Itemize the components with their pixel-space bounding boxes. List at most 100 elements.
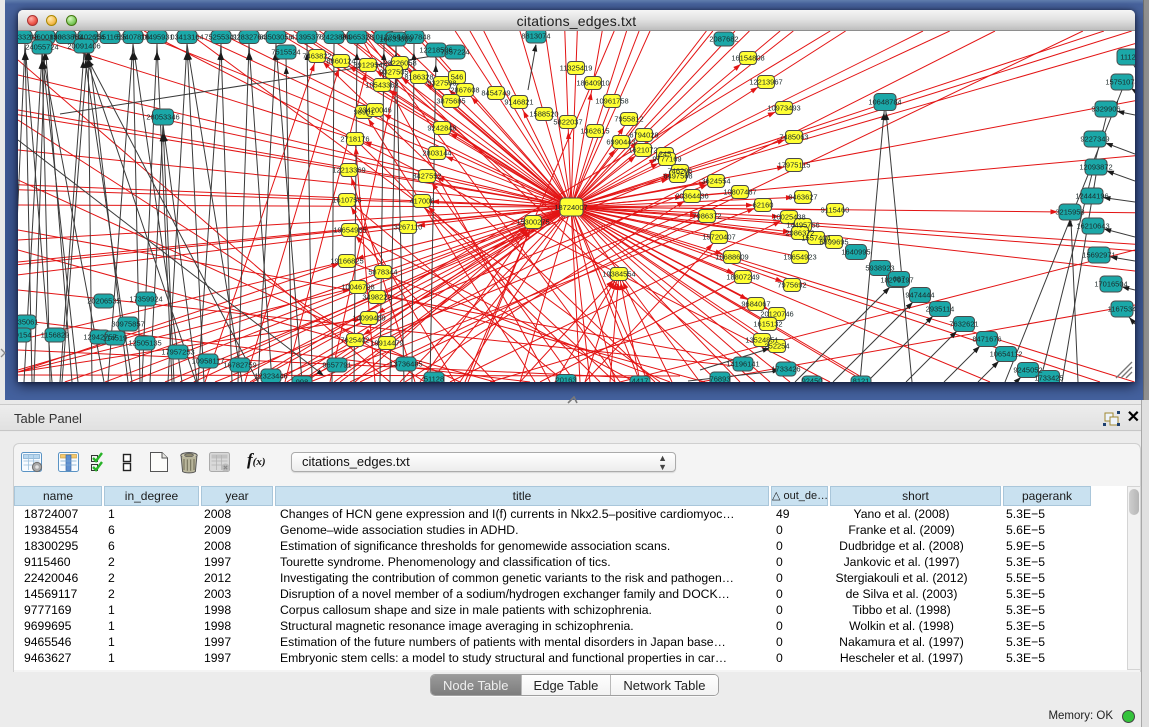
svg-text:16210643: 16210643	[1076, 222, 1109, 231]
svg-text:1733426: 1733426	[771, 365, 800, 374]
svg-text:1621072: 1621072	[628, 146, 657, 155]
svg-text:7515524: 7515524	[271, 48, 300, 57]
svg-text:8813074: 8813074	[521, 32, 550, 41]
svg-text:9329906: 9329906	[1091, 105, 1120, 114]
svg-text:62160: 62160	[753, 201, 774, 210]
svg-text:19166825: 19166825	[330, 257, 363, 266]
svg-text:2867608: 2867608	[450, 86, 479, 95]
svg-text:5938923: 5938923	[865, 264, 894, 273]
svg-text:9474444: 9474444	[905, 291, 934, 300]
svg-text:7625402: 7625402	[340, 336, 369, 345]
svg-text:13736485: 13736485	[389, 360, 422, 369]
svg-text:9242848: 9242848	[427, 124, 456, 133]
svg-text:10973493: 10973493	[767, 104, 800, 113]
svg-text:2087682: 2087682	[709, 35, 738, 44]
svg-text:10688609: 10688609	[715, 253, 748, 262]
svg-text:39154: 39154	[18, 331, 31, 340]
svg-text:15692971: 15692971	[1082, 251, 1115, 260]
svg-text:28053346: 28053346	[146, 113, 179, 122]
svg-text:546: 546	[451, 73, 464, 82]
svg-text:20120746: 20120746	[760, 310, 793, 319]
svg-text:2803144: 2803144	[422, 149, 451, 158]
svg-text:9463627: 9463627	[788, 193, 817, 202]
svg-text:114519: 114519	[103, 334, 127, 343]
svg-text:18807249: 18807249	[726, 273, 759, 282]
svg-text:10961758: 10961758	[595, 97, 628, 106]
svg-text:17975115: 17975115	[778, 161, 811, 170]
svg-text:18724007: 18724007	[554, 203, 587, 212]
svg-text:3215958: 3215958	[1055, 208, 1084, 217]
svg-text:11325419: 11325419	[560, 64, 593, 73]
svg-text:3498222: 3498222	[362, 293, 391, 302]
svg-text:12444196: 12444196	[1075, 192, 1108, 201]
svg-text:16033809: 16033809	[379, 35, 412, 44]
svg-text:687: 687	[893, 275, 906, 284]
svg-text:335061: 335061	[18, 318, 39, 327]
svg-text:9115460: 9115460	[821, 206, 850, 215]
svg-text:23420046: 23420046	[358, 106, 391, 115]
svg-text:17957253: 17957253	[161, 348, 194, 357]
svg-text:30975857: 30975857	[111, 320, 144, 329]
svg-text:7357224: 7357224	[440, 48, 469, 57]
svg-text:10046798: 10046798	[341, 283, 374, 292]
svg-text:23226058: 23226058	[383, 59, 416, 68]
svg-text:252254: 252254	[764, 342, 789, 351]
svg-text:19654923: 19654923	[783, 253, 816, 262]
svg-text:5878344: 5878344	[368, 268, 397, 277]
svg-text:998: 998	[296, 378, 309, 383]
svg-text:1156829: 1156829	[41, 331, 70, 340]
svg-text:7975692: 7975692	[777, 281, 806, 290]
svg-text:20091406: 20091406	[67, 42, 100, 51]
svg-text:76893: 76893	[710, 375, 731, 383]
svg-text:10654112: 10654112	[990, 350, 1023, 359]
svg-text:3875685: 3875685	[436, 97, 465, 106]
svg-text:83503056: 83503056	[259, 33, 292, 42]
svg-text:18495931: 18495931	[140, 33, 173, 42]
svg-text:12093872: 12093872	[1079, 163, 1112, 172]
svg-text:10648784: 10648784	[868, 98, 901, 107]
svg-text:1167534: 1167534	[1108, 305, 1135, 314]
svg-text:15300275: 15300275	[516, 218, 549, 227]
svg-text:20364436: 20364436	[675, 192, 708, 201]
svg-text:3267110: 3267110	[394, 223, 423, 232]
svg-text:16782759: 16782759	[223, 361, 256, 370]
svg-text:19654985: 19654985	[333, 226, 366, 235]
svg-text:4417: 4417	[632, 377, 649, 383]
svg-text:1362615: 1362615	[580, 127, 609, 136]
svg-text:3624554: 3624554	[701, 177, 730, 186]
svg-text:7632621: 7632621	[949, 320, 978, 329]
svg-text:12213369: 12213369	[332, 166, 365, 175]
svg-text:9777169: 9777169	[652, 155, 681, 164]
svg-text:8427552: 8427552	[412, 172, 441, 181]
svg-text:14196141: 14196141	[726, 360, 759, 369]
svg-text:20206535: 20206535	[87, 297, 120, 306]
svg-text:14099489: 14099489	[352, 314, 385, 323]
svg-text:8121: 8121	[853, 377, 870, 383]
svg-text:8471676: 8471676	[972, 335, 1001, 344]
svg-text:10958117: 10958117	[192, 357, 225, 366]
svg-text:2718176: 2718176	[340, 135, 369, 144]
svg-text:1112: 1112	[1120, 53, 1135, 62]
svg-text:10807487: 10807487	[723, 188, 756, 197]
svg-text:03413164: 03413164	[170, 33, 203, 42]
svg-text:12323446: 12323446	[254, 372, 287, 381]
svg-text:417006: 417006	[409, 197, 434, 206]
svg-text:1615132: 1615132	[753, 320, 782, 329]
svg-text:15720407: 15720407	[702, 233, 735, 242]
svg-text:7986372: 7986372	[692, 212, 721, 221]
svg-text:20163: 20163	[556, 376, 577, 383]
svg-text:8454749: 8454749	[481, 89, 510, 98]
svg-text:1640995: 1640995	[841, 248, 870, 257]
svg-text:12213967: 12213967	[749, 78, 782, 87]
svg-text:17359924: 17359924	[129, 295, 162, 304]
svg-text:9146821: 9146821	[504, 98, 533, 107]
svg-text:9657791: 9657791	[322, 361, 351, 370]
svg-text:51128: 51128	[424, 375, 444, 383]
svg-text:2935114: 2935114	[926, 305, 955, 314]
svg-text:9227349: 9227349	[1080, 135, 1109, 144]
svg-text:1610755: 1610755	[332, 196, 361, 205]
svg-text:1557404: 1557404	[801, 234, 830, 243]
svg-text:8860124: 8860124	[326, 57, 355, 66]
svg-text:6794028: 6794028	[629, 131, 658, 140]
svg-text:7485063: 7485063	[779, 133, 808, 142]
